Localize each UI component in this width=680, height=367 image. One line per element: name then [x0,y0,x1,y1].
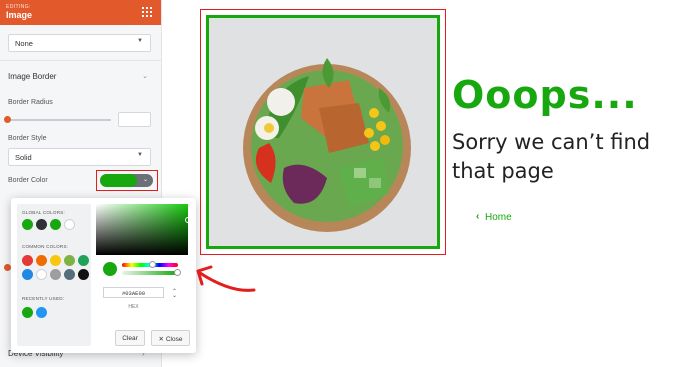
border-color-highlight: ⌄ [96,170,158,191]
saturation-area[interactable] [96,204,191,255]
hue-slider-handle[interactable] [149,261,156,268]
chevron-down-icon: ⌄ [142,177,148,183]
hex-label: HEX [128,304,139,310]
global-color-swatch[interactable] [22,219,33,230]
chevron-left-icon[interactable]: ‹ [476,211,479,222]
border-style-label: Border Style [8,135,47,142]
global-colors-label: GLOBAL COLORS: [22,210,65,215]
slider-handle[interactable] [4,264,11,271]
clear-button[interactable]: Clear [115,330,145,346]
common-color-swatch[interactable] [64,269,75,280]
grid-menu-icon[interactable] [142,7,152,17]
alpha-slider[interactable] [122,271,178,275]
border-radius-input[interactable] [118,112,151,127]
border-radius-slider[interactable] [8,119,111,121]
border-style-value: Solid [15,153,32,162]
global-color-swatch[interactable] [64,219,75,230]
common-color-swatch[interactable] [36,255,47,266]
common-color-swatch[interactable] [50,255,61,266]
image-border-section-title[interactable]: Image Border [8,72,56,81]
recently-used-label: RECENTLY USED: [22,296,65,301]
salad-image[interactable] [206,15,440,249]
border-color-button[interactable]: ⌄ [100,174,153,187]
annotation-arrow-icon [196,265,256,292]
global-color-swatch[interactable] [50,219,61,230]
panel-header: EDITING: Image [0,0,161,25]
common-color-swatch[interactable] [22,255,33,266]
current-color-preview [103,262,117,276]
color-picker-popup: GLOBAL COLORS: COMMON COLORS: RECENTLY U… [11,198,196,353]
top-select[interactable]: None ▼ [8,34,151,52]
border-radius-slider-handle[interactable] [4,116,11,123]
common-color-swatch[interactable] [22,269,33,280]
common-color-swatch[interactable] [64,255,75,266]
close-button[interactable]: ✕ Close [151,330,190,346]
color-presets-column: GLOBAL COLORS: COMMON COLORS: RECENTLY U… [17,204,91,346]
error-heading: Ooops... [452,73,638,117]
hex-input[interactable]: #03AE00 [103,287,164,298]
salad-bowl-photo [209,18,437,246]
recent-color-swatch[interactable] [36,307,47,318]
border-radius-label: Border Radius [8,99,53,106]
common-color-swatch[interactable] [36,269,47,280]
saturation-handle[interactable] [185,217,191,223]
close-button-label: Close [165,336,183,343]
image-selection-highlight[interactable] [200,9,446,255]
alpha-slider-handle[interactable] [174,269,181,276]
error-subheading: Sorry we can’t find that page [452,130,651,183]
close-icon: ✕ [158,336,164,343]
top-select-value: None [15,39,33,48]
global-color-swatch[interactable] [36,219,47,230]
divider [0,60,162,61]
panel-header-eyebrow: EDITING: [6,4,31,10]
border-style-select[interactable]: Solid ▼ [8,148,151,166]
common-color-swatch[interactable] [78,269,89,280]
panel-header-title: Image [6,10,33,20]
common-colors-label: COMMON COLORS: [22,244,69,249]
format-toggle-icon[interactable]: ⌃ ⌄ [172,289,177,299]
border-color-label: Border Color [8,177,48,184]
chevron-down-icon[interactable]: ⌄ [142,72,148,80]
chevron-down-icon: ▼ [137,38,143,44]
home-link[interactable]: Home [485,212,512,223]
chevron-down-icon: ▼ [137,152,143,158]
border-color-swatch [100,174,137,187]
common-color-swatch[interactable] [50,269,61,280]
common-color-swatch[interactable] [78,255,89,266]
recent-color-swatch[interactable] [22,307,33,318]
